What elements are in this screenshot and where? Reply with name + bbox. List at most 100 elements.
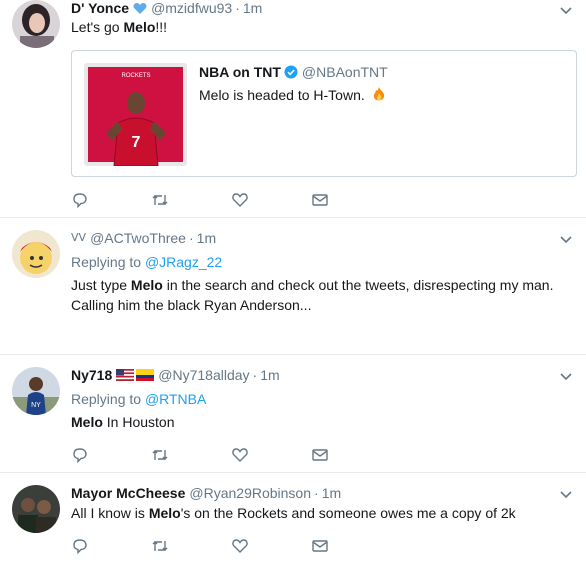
retweet-icon	[152, 195, 168, 205]
retweet-icon	[152, 541, 168, 551]
text-segment: !!!	[155, 19, 168, 35]
quoted-tweet-text: Melo is headed to H-Town.	[199, 85, 386, 107]
display-name[interactable]: Mayor McCheese	[71, 484, 185, 502]
timestamp[interactable]: 1m	[322, 484, 341, 502]
avatar[interactable]	[12, 230, 60, 278]
tweet-header: Mayor McCheese @Ryan29Robinson · 1m	[71, 484, 341, 502]
tweet-text: Let's go Melo!!!	[71, 17, 571, 37]
text-bold: Melo	[130, 277, 163, 293]
timestamp[interactable]: 1m	[243, 0, 262, 17]
chevron-down-icon[interactable]	[558, 368, 574, 384]
handle[interactable]: @Ny718allday	[158, 366, 249, 384]
quoted-text: Melo is headed to H-Town.	[199, 87, 365, 103]
text-segment: in the search and check out the tweets, …	[162, 277, 554, 293]
avatar-image: NY	[12, 367, 60, 415]
heart-emoji-icon	[133, 2, 147, 15]
player-photo: 7 ROCKETS	[84, 63, 187, 166]
tweet-header: D' Yonce @mzidfwu93 · 1m	[71, 0, 262, 17]
quoted-tweet-header: NBA on TNT @NBAonTNT	[199, 63, 388, 81]
like-button[interactable]	[231, 536, 311, 556]
replying-to: Replying to @JRagz_22	[71, 253, 222, 271]
tweet-card[interactable]: Mayor McCheese @Ryan29Robinson · 1m All …	[0, 473, 586, 569]
message-button[interactable]	[311, 190, 391, 210]
quoted-tweet[interactable]: 7 ROCKETS NBA on TNT @NBAonTNT Melo is h…	[71, 50, 577, 177]
heart-icon	[232, 448, 248, 462]
envelope-icon	[312, 194, 328, 206]
reply-button[interactable]	[71, 445, 151, 465]
handle[interactable]: @mzidfwu93	[151, 0, 232, 17]
chevron-down-icon[interactable]	[558, 231, 574, 247]
text-segment: Just type	[71, 277, 131, 293]
text-bold: Melo	[123, 19, 156, 35]
text-bold: Melo	[71, 414, 103, 430]
retweet-button[interactable]	[151, 445, 231, 465]
avatar[interactable]: NY	[12, 367, 60, 415]
message-button[interactable]	[311, 536, 391, 556]
verified-icon	[284, 65, 298, 79]
tweet-actions	[71, 445, 391, 465]
tweet-text: Melo In Houston	[71, 412, 571, 432]
tweet-text: All I know is Melo's on the Rockets and …	[71, 503, 571, 523]
replying-to: Replying to @RTNBA	[71, 390, 206, 408]
chevron-down-icon[interactable]	[558, 2, 574, 18]
replying-label: Replying to	[71, 391, 142, 407]
jersey-number: 7	[132, 134, 141, 151]
text-segment: In Houston	[102, 414, 175, 430]
avatar[interactable]	[12, 485, 60, 533]
separator-dot: ·	[252, 367, 258, 383]
envelope-icon	[312, 540, 328, 552]
envelope-icon	[312, 449, 328, 461]
fire-emoji-icon	[372, 87, 386, 107]
replying-to-link[interactable]: @JRagz_22	[145, 254, 222, 270]
retweet-icon	[152, 450, 168, 460]
timestamp[interactable]: 1m	[197, 229, 216, 247]
handle[interactable]: @Ryan29Robinson	[189, 484, 311, 502]
text-segment: 's on the Rockets and someone owes me a …	[180, 505, 516, 521]
replying-to-link[interactable]: @RTNBA	[145, 391, 206, 407]
message-button[interactable]	[311, 445, 391, 465]
display-name[interactable]: Ny718	[71, 366, 112, 384]
replying-label: Replying to	[71, 254, 142, 270]
tweet-card[interactable]: ᐯᐯ @ACTwoThree · 1m Replying to @JRagz_2…	[0, 218, 586, 355]
heart-icon	[232, 539, 248, 553]
separator-dot: ·	[188, 230, 194, 246]
colombia-flag-icon	[136, 369, 155, 381]
text-segment: All I know is	[71, 505, 149, 521]
svg-text:NY: NY	[31, 402, 41, 409]
like-button[interactable]	[231, 190, 311, 210]
text-segment: Let's go	[71, 19, 124, 35]
reply-button[interactable]	[71, 190, 151, 210]
image-caption: ROCKETS	[121, 73, 150, 79]
us-flag-icon	[116, 369, 135, 381]
reply-icon	[73, 193, 87, 209]
text-line: Calling him the black Ryan Anderson...	[71, 297, 312, 313]
tweet-card[interactable]: NY Ny718 @Ny718allday · 1m Replying to @…	[0, 355, 586, 473]
reply-button[interactable]	[71, 536, 151, 556]
text-bold: Melo	[148, 505, 181, 521]
heart-icon	[232, 193, 248, 207]
reply-icon	[73, 448, 87, 464]
tweet-header: Ny718 @Ny718allday · 1m	[71, 366, 280, 384]
avatar[interactable]	[12, 0, 60, 48]
separator-dot: ·	[314, 485, 319, 501]
handle[interactable]: @ACTwoThree	[90, 229, 186, 247]
display-name[interactable]: D' Yonce	[71, 0, 129, 17]
display-name[interactable]: ᐯᐯ	[71, 229, 86, 247]
quoted-tweet-image[interactable]: 7 ROCKETS	[84, 63, 187, 166]
like-button[interactable]	[231, 445, 311, 465]
avatar-image	[12, 485, 60, 533]
chevron-down-icon[interactable]	[558, 486, 574, 502]
tweet-actions	[71, 536, 391, 556]
retweet-button[interactable]	[151, 190, 231, 210]
quoted-handle[interactable]: @NBAonTNT	[302, 63, 388, 81]
separator-dot: ·	[235, 0, 240, 16]
quoted-display-name[interactable]: NBA on TNT	[199, 63, 281, 81]
tweet-text: Just type Melo in the search and check o…	[71, 275, 571, 315]
tweet-card[interactable]: D' Yonce @mzidfwu93 · 1m Let's go Melo!!…	[0, 0, 586, 218]
timestamp[interactable]: 1m	[260, 366, 279, 384]
reply-icon	[73, 539, 87, 555]
avatar-image	[12, 0, 60, 48]
retweet-button[interactable]	[151, 536, 231, 556]
tweet-header: ᐯᐯ @ACTwoThree · 1m	[71, 229, 216, 247]
avatar-image	[12, 230, 60, 278]
